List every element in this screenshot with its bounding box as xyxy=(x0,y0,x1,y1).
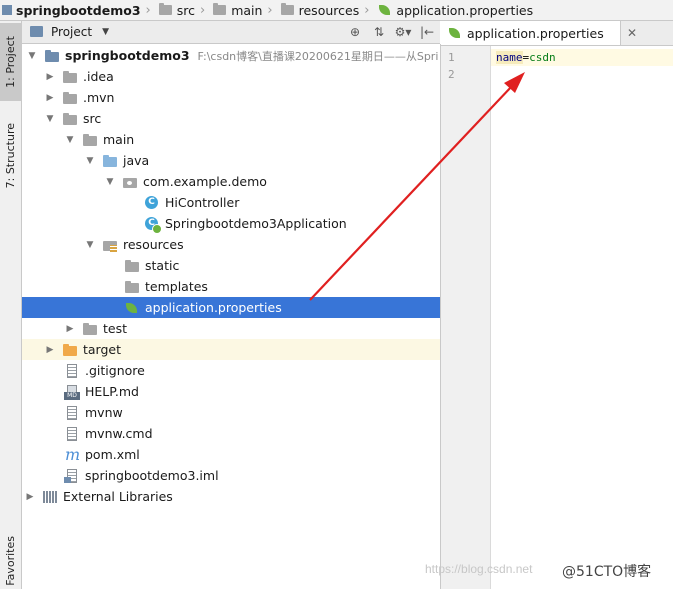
package-icon xyxy=(122,175,138,189)
globe-icon[interactable]: ⊕ xyxy=(346,24,364,40)
editor-gutter: 1 2 xyxy=(441,46,491,589)
module-icon xyxy=(2,5,12,15)
tool-window-strip: 1: Project 7: Structure Favorites xyxy=(0,21,22,589)
markdown-file-icon xyxy=(64,384,80,400)
tool-tab-structure[interactable]: 7: Structure xyxy=(0,113,21,199)
breadcrumb-separator: › xyxy=(199,2,206,18)
chevron-down-icon[interactable]: ▼ xyxy=(84,156,96,166)
tool-tab-project[interactable]: 1: Project xyxy=(0,23,21,101)
maven-icon xyxy=(64,445,80,464)
spring-leaf-icon xyxy=(447,26,463,40)
project-panel-header: Project ▼ ⊕ ⇅ ⚙▾ |← xyxy=(22,21,440,44)
text-file-icon xyxy=(64,405,80,420)
tree-item-pom-xml[interactable]: pom.xml xyxy=(22,444,440,465)
tree-item-java[interactable]: ▼ java xyxy=(22,150,440,171)
class-icon xyxy=(144,195,160,210)
spring-leaf-icon xyxy=(124,301,140,315)
source-folder-icon xyxy=(102,154,118,168)
line-number: 1 xyxy=(448,51,455,64)
project-panel-title[interactable]: Project xyxy=(51,25,92,39)
breadcrumb-item-resources[interactable]: resources xyxy=(279,0,359,20)
folder-icon xyxy=(124,280,140,294)
chevron-right-icon[interactable]: ▶ xyxy=(64,324,76,334)
tool-tab-favorites[interactable]: Favorites xyxy=(0,533,21,589)
tree-item-mvn[interactable]: ▶ .mvn xyxy=(22,87,440,108)
folder-icon xyxy=(62,70,78,84)
module-folder-icon xyxy=(44,49,60,63)
chevron-right-icon[interactable]: ▶ xyxy=(44,72,56,82)
tree-item-idea[interactable]: ▶ .idea xyxy=(22,66,440,87)
chevron-right-icon[interactable]: ▶ xyxy=(44,345,56,355)
code-line[interactable] xyxy=(491,66,673,83)
breadcrumb-item-application-properties[interactable]: application.properties xyxy=(375,0,533,20)
property-separator: = xyxy=(522,51,530,64)
chevron-down-icon[interactable]: ▼ xyxy=(104,177,116,187)
tree-item-templates[interactable]: templates xyxy=(22,276,440,297)
chevron-down-icon[interactable]: ▼ xyxy=(64,135,76,145)
tree-item-hicontroller[interactable]: HiController xyxy=(22,192,440,213)
property-value: csdn xyxy=(529,51,556,64)
hide-icon[interactable]: |← xyxy=(418,24,436,40)
code-editor[interactable]: name = csdn xyxy=(491,46,673,589)
folder-icon xyxy=(124,259,140,273)
project-tree: ▼ springbootdemo3 F:\csdn博客\直播课20200621星… xyxy=(22,44,441,589)
tree-item-static[interactable]: static xyxy=(22,255,440,276)
text-file-icon xyxy=(64,363,80,378)
tree-item-test[interactable]: ▶ test xyxy=(22,318,440,339)
watermark-brand: @51CTO博客 xyxy=(562,564,652,580)
chevron-down-icon[interactable]: ▼ xyxy=(26,51,38,61)
tree-item-mvnw[interactable]: mvnw xyxy=(22,402,440,423)
tree-item-springbootdemo3[interactable]: ▼ springbootdemo3 F:\csdn博客\直播课20200621星… xyxy=(22,45,440,66)
folder-icon xyxy=(158,3,172,15)
resources-folder-icon xyxy=(280,3,294,15)
breadcrumb-separator: › xyxy=(364,2,370,18)
tree-item-application-properties[interactable]: application.properties xyxy=(22,297,440,318)
line-number: 2 xyxy=(448,68,455,81)
chevron-down-icon[interactable]: ▼ xyxy=(102,27,109,37)
close-icon[interactable]: ✕ xyxy=(627,26,637,40)
collapse-icon[interactable]: ⇅ xyxy=(370,24,388,40)
tree-item-gitignore[interactable]: .gitignore xyxy=(22,360,440,381)
breadcrumb-separator: › xyxy=(267,2,273,18)
tree-item-help-md[interactable]: HELP.md xyxy=(22,381,440,402)
breadcrumb-item-src[interactable]: src xyxy=(157,0,195,20)
spring-boot-class-icon xyxy=(144,216,162,234)
folder-icon xyxy=(82,133,98,147)
spring-leaf-icon xyxy=(377,3,393,17)
tree-item-springbootdemo3application[interactable]: Springbootdemo3Application xyxy=(22,213,440,234)
breadcrumb-item-main[interactable]: main xyxy=(211,0,262,20)
breadcrumb: springbootdemo3 › src › main › resources… xyxy=(0,0,673,21)
tree-item-external-libraries[interactable]: ▶ External Libraries xyxy=(22,486,440,507)
tree-item-package[interactable]: ▼ com.example.demo xyxy=(22,171,440,192)
chevron-right-icon[interactable]: ▶ xyxy=(24,492,36,502)
project-icon xyxy=(30,26,43,37)
tree-item-resources[interactable]: ▼ resources xyxy=(22,234,440,255)
libraries-icon xyxy=(42,490,58,504)
text-file-icon xyxy=(64,426,80,441)
folder-icon xyxy=(62,91,78,105)
folder-icon xyxy=(62,112,78,126)
tree-item-mvnw-cmd[interactable]: mvnw.cmd xyxy=(22,423,440,444)
folder-icon xyxy=(213,3,227,15)
editor-tab-application-properties[interactable]: application.properties xyxy=(441,21,621,45)
resources-folder-icon xyxy=(102,238,118,252)
watermark-url: https://blog.csdn.net xyxy=(425,562,533,576)
property-key: name xyxy=(496,51,523,64)
excluded-folder-icon xyxy=(62,343,78,357)
tree-item-target[interactable]: ▶ target xyxy=(22,339,440,360)
breadcrumb-separator: › xyxy=(145,2,151,18)
chevron-down-icon[interactable]: ▼ xyxy=(84,240,96,250)
code-line[interactable]: name = csdn xyxy=(491,49,673,66)
iml-file-icon xyxy=(64,468,80,483)
chevron-right-icon[interactable]: ▶ xyxy=(44,93,56,103)
tree-item-main[interactable]: ▼ main xyxy=(22,129,440,150)
editor-tab-bar: application.properties ✕ xyxy=(441,21,673,46)
tree-item-src[interactable]: ▼ src xyxy=(22,108,440,129)
tree-item-iml[interactable]: springbootdemo3.iml xyxy=(22,465,440,486)
chevron-down-icon[interactable]: ▼ xyxy=(44,114,56,124)
folder-icon xyxy=(82,322,98,336)
gear-icon[interactable]: ⚙▾ xyxy=(394,24,412,40)
breadcrumb-item-project[interactable]: springbootdemo3 xyxy=(0,0,141,20)
